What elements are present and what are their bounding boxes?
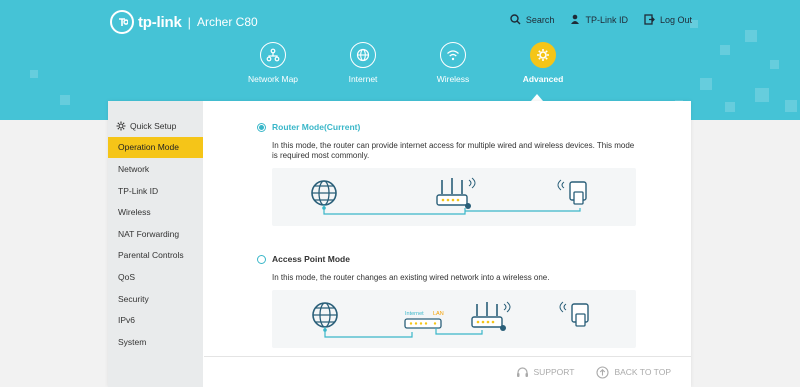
sidebar-item-label: Quick Setup [130, 120, 177, 131]
access-point-mode-title: Access Point Mode [272, 254, 350, 264]
sidebar-item-tp-link-id[interactable]: TP-Link ID [108, 180, 203, 202]
sidebar: Quick Setup Operation Mode Network TP-Li… [108, 101, 203, 387]
headset-icon [516, 366, 528, 377]
back-to-top-label: BACK TO TOP [614, 367, 671, 377]
sidebar-item-quick-setup[interactable]: Quick Setup [108, 115, 203, 137]
content-card: Quick Setup Operation Mode Network TP-Li… [108, 101, 691, 387]
sidebar-item-operation-mode[interactable]: Operation Mode [108, 136, 203, 159]
content-footer: SUPPORT BACK TO TOP [204, 356, 691, 387]
support-label: SUPPORT [533, 367, 575, 377]
search-link-label: Search [525, 14, 555, 25]
radio-unselected-icon [257, 254, 266, 264]
sidebar-item-label: Wireless [118, 207, 151, 218]
network-map-icon [260, 42, 286, 68]
back-to-top-link[interactable]: BACK TO TOP [596, 365, 671, 379]
globe-icon [311, 180, 337, 206]
main-nav: Network Map Internet Wireless Advanced [228, 42, 588, 84]
globe-icon [312, 302, 338, 328]
access-point-mode-radio[interactable]: Access Point Mode [257, 254, 642, 264]
header-links: Search TP-Link ID Log Out [494, 14, 692, 25]
sidebar-item-label: NAT Forwarding [118, 228, 180, 239]
sidebar-item-label: IPv6 [118, 315, 136, 326]
router-mode-option: Router Mode(Current) In this mode, the r… [257, 122, 642, 226]
router-mode-title: Router Mode(Current) [272, 122, 361, 132]
user-icon [571, 14, 580, 24]
tp-link-id-link[interactable]: TP-Link ID [570, 14, 628, 25]
nav-advanced-label: Advanced [522, 74, 564, 84]
sidebar-item-ipv6[interactable]: IPv6 [108, 309, 203, 331]
logout-link-label: Log Out [659, 14, 692, 25]
nav-network-map-label: Network Map [247, 74, 299, 84]
router-mode-radio[interactable]: Router Mode(Current) [257, 122, 642, 132]
radio-selected-icon [257, 122, 266, 132]
lan-port-label: LAN [433, 311, 444, 317]
sidebar-item-qos[interactable]: QoS [108, 266, 203, 288]
nav-internet-label: Internet [348, 74, 378, 84]
router-mode-description: In this mode, the router can provide int… [272, 141, 635, 160]
sidebar-item-label: Operation Mode [118, 142, 179, 153]
sidebar-item-security[interactable]: Security [108, 288, 203, 310]
sidebar-item-nat-forwarding[interactable]: NAT Forwarding [108, 223, 203, 245]
brand-separator: | [187, 14, 191, 30]
globe-icon [350, 42, 376, 68]
devices-icon [559, 301, 589, 327]
wifi-icon [440, 42, 466, 68]
nav-advanced[interactable]: Advanced [498, 42, 588, 84]
devices-icon [557, 179, 587, 205]
model-name: Archer C80 [196, 15, 258, 29]
brand-logo: tp-link | Archer C80 [110, 10, 258, 34]
sidebar-item-label: Security [118, 293, 149, 304]
sidebar-item-parental-controls[interactable]: Parental Controls [108, 245, 203, 267]
sidebar-item-wireless[interactable]: Wireless [108, 201, 203, 223]
search-icon [510, 14, 521, 25]
access-point-mode-diagram: Internet LAN [272, 290, 636, 348]
gear-icon [530, 42, 556, 68]
tp-link-id-link-label: TP-Link ID [585, 14, 628, 25]
nav-internet[interactable]: Internet [318, 42, 408, 84]
router-mode-diagram [272, 168, 636, 226]
router-icon [436, 177, 476, 209]
nav-wireless-label: Wireless [436, 74, 470, 84]
operation-mode-panel: Router Mode(Current) In this mode, the r… [203, 101, 691, 387]
brand-name: tp-link [138, 13, 182, 31]
nav-network-map[interactable]: Network Map [228, 42, 318, 84]
access-point-mode-description: In this mode, the router changes an exis… [272, 273, 550, 282]
access-point-mode-option: Access Point Mode In this mode, the rout… [257, 254, 642, 348]
active-nav-pointer [531, 94, 543, 101]
search-link[interactable]: Search [510, 14, 555, 25]
sidebar-item-system[interactable]: System [108, 331, 203, 353]
internet-port-label: Internet [405, 311, 424, 317]
arrow-up-icon [596, 365, 610, 379]
sidebar-item-label: QoS [118, 271, 136, 282]
tp-link-logo-icon [110, 10, 134, 34]
logout-icon [644, 14, 655, 25]
sidebar-item-network[interactable]: Network [108, 158, 203, 180]
logout-link[interactable]: Log Out [644, 14, 692, 25]
sidebar-item-label: System [118, 336, 147, 347]
sidebar-item-label: TP-Link ID [118, 185, 159, 196]
support-link[interactable]: SUPPORT [516, 366, 575, 379]
sidebar-item-label: Network [118, 163, 150, 174]
router-icon [471, 301, 511, 331]
nav-wireless[interactable]: Wireless [408, 42, 498, 84]
modem-icon [404, 318, 442, 329]
gear-icon [116, 121, 126, 131]
sidebar-item-label: Parental Controls [118, 250, 184, 261]
